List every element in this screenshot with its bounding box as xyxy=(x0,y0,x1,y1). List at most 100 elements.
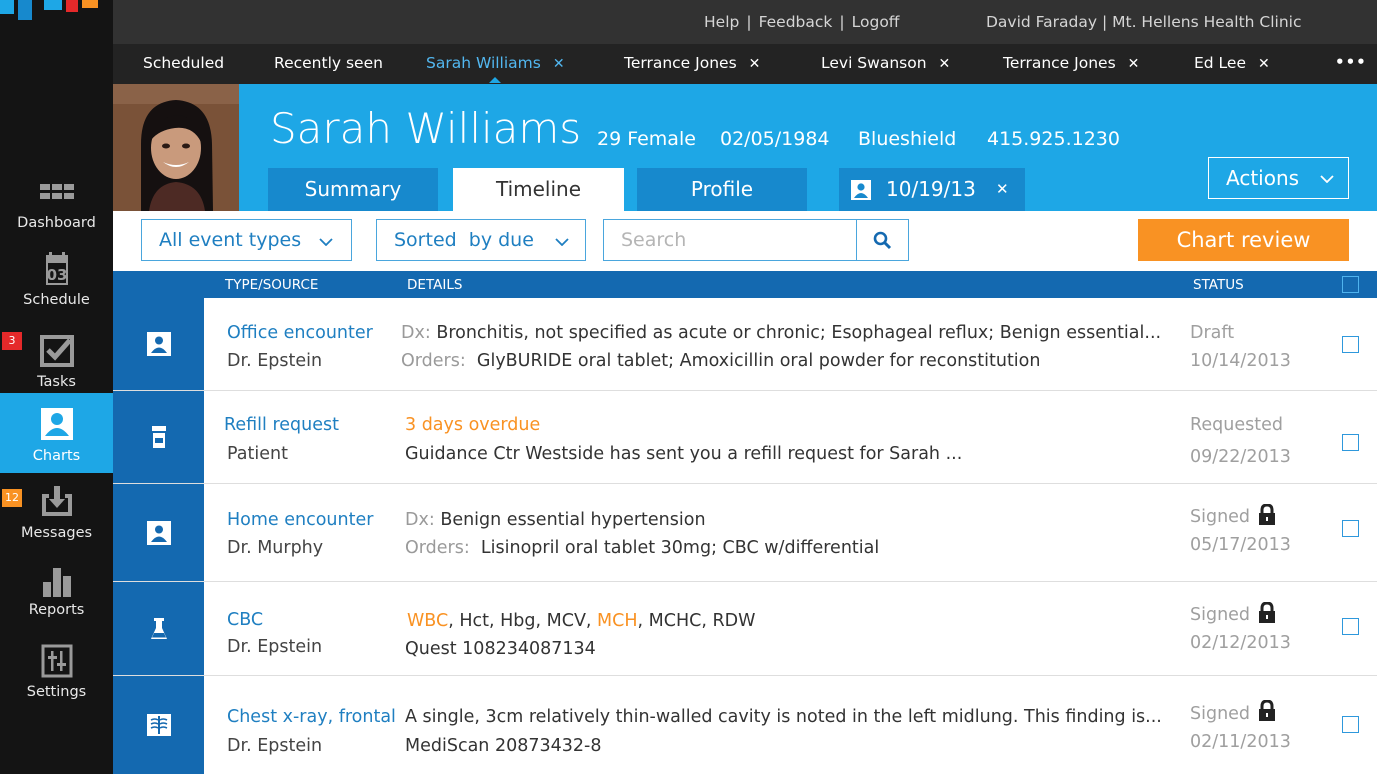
row-type[interactable]: Refill request xyxy=(224,415,339,435)
row-type[interactable]: Home encounter xyxy=(227,510,373,530)
tab-label: Levi Swanson xyxy=(821,54,927,72)
feedback-link[interactable]: Feedback xyxy=(759,13,833,31)
encounter-date-tab[interactable]: 10/19/13 ✕ xyxy=(839,168,1025,211)
chart-review-button[interactable]: Chart review xyxy=(1138,219,1349,261)
logoff-link[interactable]: Logoff xyxy=(852,13,900,31)
row-status: Signed xyxy=(1190,704,1251,724)
row-detail-line2: Guidance Ctr Westside has sent you a ref… xyxy=(405,444,963,464)
sliders-icon xyxy=(41,644,72,678)
nav-charts[interactable]: Charts xyxy=(0,393,113,473)
actions-dropdown[interactable]: Actions xyxy=(1208,157,1349,199)
row-type-icon-cell xyxy=(113,298,204,390)
nav-messages[interactable]: 12 Messages xyxy=(0,482,113,562)
utility-links: Help | Feedback | Logoff xyxy=(704,13,900,31)
nav-dashboard[interactable]: Dashboard xyxy=(0,167,113,247)
lock-icon xyxy=(1259,700,1275,721)
tab-ed-lee[interactable]: Ed Lee ✕ xyxy=(1194,54,1270,72)
calendar-day: 03 xyxy=(46,266,67,284)
patient-dob: 02/05/1984 xyxy=(720,128,830,150)
close-icon[interactable]: ✕ xyxy=(996,168,1009,211)
inbox-download-icon xyxy=(41,486,72,516)
event-type-filter[interactable]: All event types xyxy=(141,219,352,261)
row-detail-line1: Dx: Benign essential hypertension xyxy=(405,510,706,530)
row-date: 09/22/2013 xyxy=(1190,447,1291,467)
nav-label: Tasks xyxy=(37,374,76,390)
col-details[interactable]: DETAILS xyxy=(407,277,462,293)
row-type[interactable]: Office encounter xyxy=(227,323,373,343)
nav-settings[interactable]: Settings xyxy=(0,640,113,720)
checkbox-icon xyxy=(39,335,74,367)
search-box xyxy=(603,219,909,261)
patient-phone: 415.925.1230 xyxy=(987,128,1120,150)
table-row[interactable]: CBC Dr. Epstein WBC, Hct, Hbg, MCV, MCH,… xyxy=(113,582,1377,676)
active-tab-caret xyxy=(489,77,502,83)
row-status: Draft xyxy=(1190,323,1235,343)
row-checkbox[interactable] xyxy=(1342,618,1359,635)
pill-bottle-icon xyxy=(151,426,166,448)
row-source: Patient xyxy=(227,444,288,464)
row-source: Dr. Epstein xyxy=(227,351,323,371)
row-detail-line1: 3 days overdue xyxy=(405,415,541,435)
nav-label: Messages xyxy=(20,525,93,541)
table-row[interactable]: Refill request Patient 3 days overdue Gu… xyxy=(113,391,1377,484)
tab-profile[interactable]: Profile xyxy=(637,168,807,211)
close-icon[interactable]: ✕ xyxy=(749,56,761,72)
calendar-icon: 03 xyxy=(45,252,68,285)
row-status: Signed xyxy=(1190,605,1251,625)
select-all-checkbox[interactable] xyxy=(1342,276,1359,293)
sort-value: Sorted by due xyxy=(394,229,534,251)
nav-label: Dashboard xyxy=(17,215,96,231)
close-icon[interactable]: ✕ xyxy=(939,56,951,72)
row-date: 02/12/2013 xyxy=(1190,633,1291,653)
tab-terrance-jones[interactable]: Terrance Jones ✕ xyxy=(624,54,760,72)
row-checkbox[interactable] xyxy=(1342,520,1359,537)
event-type-value: All event types xyxy=(159,229,302,251)
col-status[interactable]: STATUS xyxy=(1193,277,1244,293)
row-type-icon-cell xyxy=(113,391,204,483)
table-row[interactable]: Chest x-ray, frontal Dr. Epstein A singl… xyxy=(113,676,1377,774)
tab-timeline[interactable]: Timeline xyxy=(453,168,624,211)
tab-summary[interactable]: Summary xyxy=(268,168,438,211)
encounter-date: 10/19/13 xyxy=(886,177,976,201)
row-status: Requested xyxy=(1190,415,1283,435)
search-button[interactable] xyxy=(856,220,908,260)
flask-icon xyxy=(150,617,167,639)
user-info: David Faraday | Mt. Hellens Health Clini… xyxy=(986,13,1302,31)
tab-label: Terrance Jones xyxy=(624,54,737,72)
nav-schedule[interactable]: 03 Schedule xyxy=(0,244,113,324)
row-type[interactable]: Chest x-ray, frontal xyxy=(227,707,396,727)
actions-label: Actions xyxy=(1226,166,1300,190)
nav-reports[interactable]: Reports xyxy=(0,558,113,638)
row-detail-line1: Dx: Bronchitis, not specified as acute o… xyxy=(401,323,1162,343)
tab-sarah-williams[interactable]: Sarah Williams ✕ xyxy=(426,54,565,83)
row-source: Dr. Epstein xyxy=(227,736,323,756)
table-row[interactable]: Home encounter Dr. Murphy Dx: Benign ess… xyxy=(113,484,1377,582)
close-icon[interactable]: ✕ xyxy=(553,56,565,72)
tab-label: Scheduled xyxy=(143,54,225,72)
patient-insurer: Blueshield xyxy=(858,128,957,150)
help-link[interactable]: Help xyxy=(704,13,739,31)
row-checkbox[interactable] xyxy=(1342,716,1359,733)
col-type-source[interactable]: TYPE/SOURCE xyxy=(225,277,318,293)
messages-badge: 12 xyxy=(2,489,22,507)
row-detail-line2: Orders: Lisinopril oral tablet 30mg; CBC… xyxy=(405,538,880,558)
top-bar: Help | Feedback | Logoff David Faraday | Mt.… xyxy=(113,0,1377,44)
row-type[interactable]: CBC xyxy=(227,610,263,630)
row-checkbox[interactable] xyxy=(1342,336,1359,353)
more-tabs-button[interactable]: ••• xyxy=(1335,53,1367,71)
row-checkbox[interactable] xyxy=(1342,434,1359,451)
table-header: TYPE/SOURCE DETAILS STATUS xyxy=(113,271,1377,298)
row-date: 02/11/2013 xyxy=(1190,732,1291,752)
table-row[interactable]: Office encounter Dr. Epstein Dx: Bronchi… xyxy=(113,298,1377,391)
tab-scheduled[interactable]: Scheduled xyxy=(143,54,224,72)
sort-filter[interactable]: Sorted by due xyxy=(376,219,586,261)
tasks-badge: 3 xyxy=(2,332,22,350)
close-icon[interactable]: ✕ xyxy=(1258,56,1270,72)
search-input[interactable] xyxy=(604,220,856,260)
tab-terrance-jones-2[interactable]: Terrance Jones ✕ xyxy=(1003,54,1139,72)
close-icon[interactable]: ✕ xyxy=(1128,56,1140,72)
lock-icon xyxy=(1259,504,1275,525)
patient-photo xyxy=(113,84,239,211)
tab-recently-seen[interactable]: Recently seen xyxy=(274,54,383,72)
tab-levi-swanson[interactable]: Levi Swanson ✕ xyxy=(821,54,950,72)
